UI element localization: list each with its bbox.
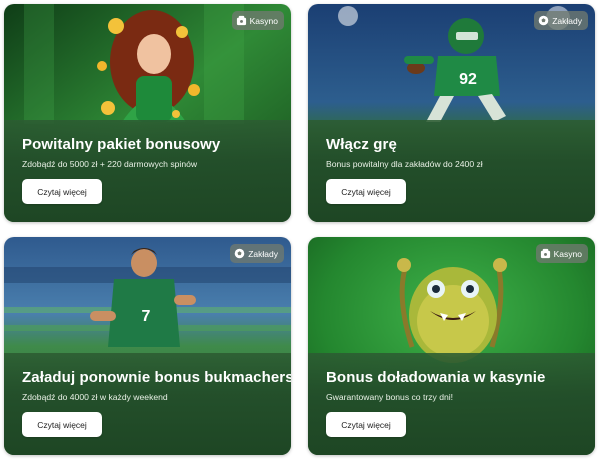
promo-card-reload-sports-bonus[interactable]: 7 Zakłady Załaduj ponownie bonus bukmach… — [4, 237, 291, 455]
card-title: Włącz grę — [326, 136, 397, 153]
badge-label: Zakłady — [552, 15, 582, 26]
casino-chip-icon — [540, 248, 551, 259]
read-more-button[interactable]: Czytaj więcej — [326, 179, 406, 204]
badge-label: Kasyno — [249, 15, 278, 26]
read-more-button[interactable]: Czytaj więcej — [326, 412, 406, 437]
card-title: Załaduj ponownie bonus bukmacherski — [22, 369, 291, 386]
card-subtitle: Zdobądź do 5000 zł + 220 darmowych spinó… — [22, 159, 198, 169]
category-badge: Kasyno — [535, 244, 588, 263]
card-subtitle: Bonus powitalny dla zakładów do 2400 zł — [326, 159, 483, 169]
badge-label: Kasyno — [553, 248, 582, 259]
read-more-button[interactable]: Czytaj więcej — [22, 412, 102, 437]
promo-card-casino-reload-bonus[interactable]: Kasyno Bonus doładowania w kasynie Gwara… — [308, 237, 595, 455]
read-more-button[interactable]: Czytaj więcej — [22, 179, 102, 204]
category-badge: Kasyno — [231, 11, 284, 30]
promo-card-start-game[interactable]: 92 Zakłady Włącz grę Bonus powitalny dla… — [308, 4, 595, 222]
card-title: Powitalny pakiet bonusowy — [22, 136, 221, 153]
promotions-grid: Kasyno Powitalny pakiet bonusowy Zdobądź… — [0, 0, 600, 459]
casino-chip-icon — [236, 15, 247, 26]
card-subtitle: Zdobądź do 4000 zł w każdy weekend — [22, 392, 168, 402]
badge-label: Zakłady — [248, 248, 278, 259]
soccer-ball-icon — [538, 15, 549, 26]
category-badge: Zakłady — [230, 244, 284, 263]
card-subtitle: Gwarantowany bonus co trzy dni! — [326, 392, 454, 402]
category-badge: Zakłady — [534, 11, 588, 30]
svg-text:92: 92 — [459, 71, 477, 88]
card-title: Bonus doładowania w kasynie — [326, 369, 546, 386]
soccer-ball-icon — [234, 248, 245, 259]
svg-text:7: 7 — [142, 308, 151, 325]
promo-card-welcome-package[interactable]: Kasyno Powitalny pakiet bonusowy Zdobądź… — [4, 4, 291, 222]
